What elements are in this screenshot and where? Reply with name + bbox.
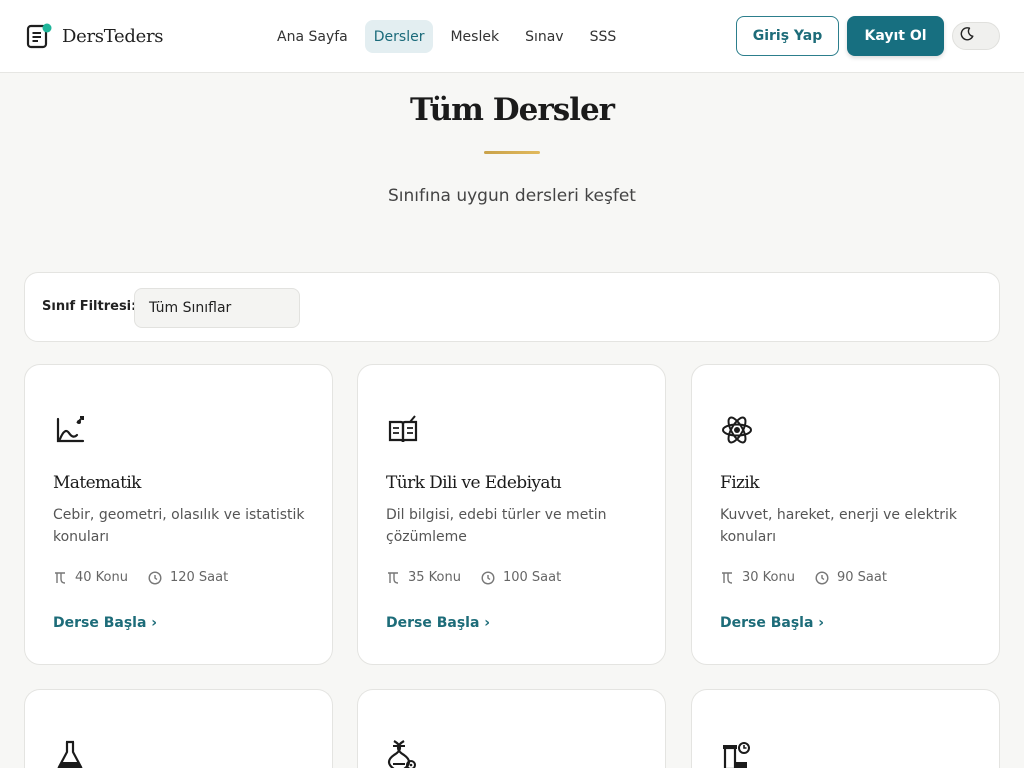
page-title: Tüm Dersler	[409, 92, 615, 128]
topic-count: 30 Konu	[742, 570, 795, 585]
title-underline	[484, 151, 540, 154]
course-description: Cebir, geometri, olasılık ve istatistik …	[53, 507, 305, 545]
clock-icon	[148, 570, 162, 585]
course-card-biyoloji[interactable]	[357, 689, 666, 768]
login-button[interactable]: Giriş Yap	[736, 16, 839, 56]
nav-item-sinav[interactable]: Sınav	[516, 20, 573, 53]
start-course-link[interactable]: Derse Başla ›	[720, 615, 824, 631]
course-description: Kuvvet, hareket, enerji ve elektrik konu…	[720, 507, 957, 545]
course-card-kimya[interactable]	[24, 689, 333, 768]
flask-icon	[53, 738, 87, 768]
nav-item-ana-sayfa[interactable]: Ana Sayfa	[268, 20, 357, 53]
topic-count: 35 Konu	[408, 570, 461, 585]
class-filter-select[interactable]: Tüm Sınıflar	[134, 288, 300, 328]
dna-icon	[386, 738, 420, 768]
chart-graph-icon	[53, 413, 87, 447]
hour-count: 120 Saat	[169, 570, 229, 585]
history-icon	[720, 738, 754, 768]
brand-name: DersTeders	[62, 25, 164, 47]
nav-item-sss[interactable]: SSS	[581, 20, 626, 53]
course-name: Fizik	[720, 473, 760, 493]
atom-icon	[720, 413, 754, 447]
course-meta: 35 Konu 100 Saat	[386, 570, 581, 585]
course-card-fizik[interactable]: Fizik Kuvvet, hareket, enerji ve elektri…	[691, 364, 1000, 665]
top-navbar: DersTeders Ana Sayfa Dersler Meslek Sına…	[0, 0, 1024, 73]
hour-count: 90 Saat	[836, 570, 887, 585]
class-filter-bar: Sınıf Filtresi: Tüm Sınıflar	[24, 272, 1000, 342]
nav-item-meslek[interactable]: Meslek	[441, 20, 508, 53]
open-book-icon	[386, 413, 420, 447]
theme-toggle[interactable]	[952, 22, 1000, 50]
topics-icon	[722, 571, 733, 584]
course-name: Matematik	[53, 473, 141, 493]
course-meta: 30 Konu 90 Saat	[720, 570, 907, 585]
moon-icon	[959, 26, 975, 46]
notebook-logo-icon	[26, 23, 52, 49]
course-card-turk-dili[interactable]: Türk Dili ve Edebiyatı Dil bilgisi, edeb…	[357, 364, 666, 665]
nav-item-dersler[interactable]: Dersler	[364, 20, 434, 53]
page-subtitle: Sınıfına uygun dersleri keşfet	[388, 186, 636, 206]
course-card-matematik[interactable]: Matematik Cebir, geometri, olasılık ve i…	[24, 364, 333, 665]
topics-icon	[388, 571, 399, 584]
topic-count: 40 Konu	[75, 570, 128, 585]
filter-label: Sınıf Filtresi:	[42, 299, 137, 314]
topics-icon	[55, 571, 66, 584]
clock-icon	[815, 570, 829, 585]
start-course-link[interactable]: Derse Başla ›	[53, 615, 157, 631]
clock-icon	[481, 570, 495, 585]
register-button[interactable]: Kayıt Ol	[847, 16, 944, 56]
course-description: Dil bilgisi, edebi türler ve metin çözüm…	[386, 507, 607, 545]
hour-count: 100 Saat	[502, 570, 562, 585]
start-course-link[interactable]: Derse Başla ›	[386, 615, 490, 631]
main-nav: Ana Sayfa Dersler Meslek Sınav SSS	[268, 20, 633, 53]
brand-logo[interactable]: DersTeders	[26, 23, 164, 49]
course-name: Türk Dili ve Edebiyatı	[386, 473, 562, 493]
course-meta: 40 Konu 120 Saat	[53, 570, 248, 585]
course-card-tarih[interactable]	[691, 689, 1000, 768]
